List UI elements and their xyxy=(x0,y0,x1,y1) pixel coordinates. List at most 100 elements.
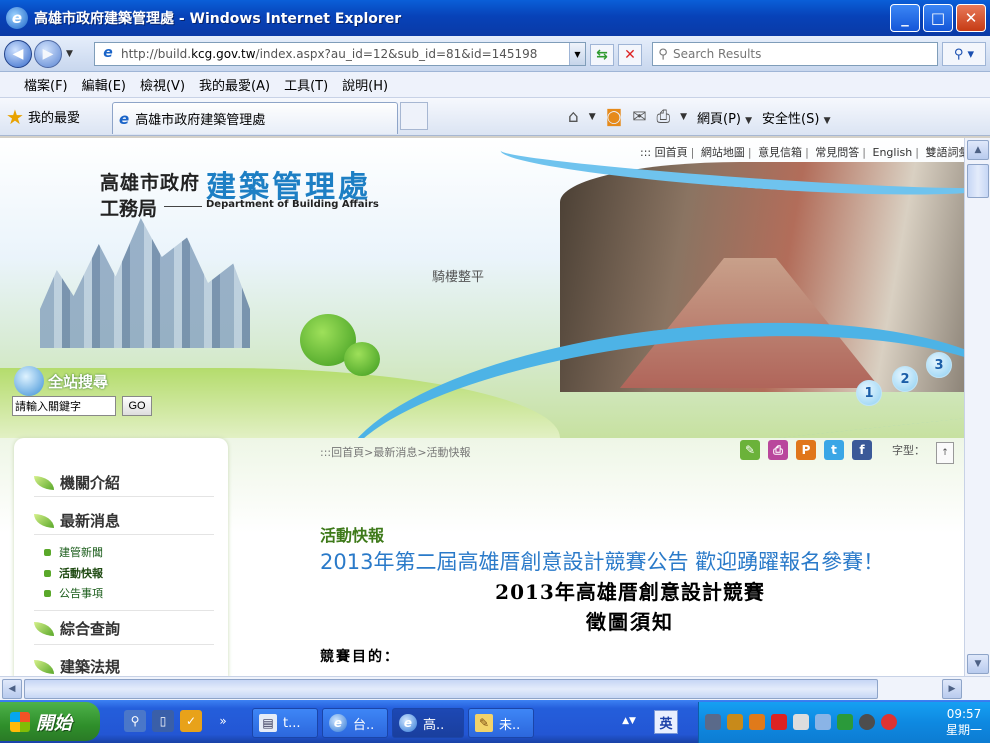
font-size-label: 字型： xyxy=(892,444,925,457)
tray-pdf-icon[interactable] xyxy=(771,714,787,730)
slide-button-2[interactable]: 2 xyxy=(892,366,918,392)
nav-label: 機關介紹 xyxy=(60,474,121,492)
menu-view[interactable]: 檢視(V) xyxy=(134,73,191,96)
system-tray: 09:57 星期一 xyxy=(698,702,990,743)
search-input[interactable] xyxy=(673,47,923,61)
city-skyline-graphic xyxy=(40,218,250,348)
task-item-4[interactable]: ✎ 未.. xyxy=(468,708,534,738)
close-button[interactable]: ✕ xyxy=(956,4,986,32)
horizontal-scrollbar[interactable]: ◀ ▶ xyxy=(0,676,990,700)
site-search-input[interactable] xyxy=(12,396,116,416)
link-faq[interactable]: 常見問答 xyxy=(815,146,859,159)
vertical-scrollbar[interactable]: ▲ ▼ xyxy=(964,138,990,676)
quicklaunch-search-icon[interactable]: ⚲ xyxy=(124,710,146,732)
home-dropdown-icon[interactable]: ▼ xyxy=(589,112,596,122)
nav-general-search[interactable]: 綜合查詢 xyxy=(34,618,120,639)
nav-latest-news[interactable]: 最新消息 xyxy=(34,510,120,531)
bullet-icon xyxy=(44,548,51,556)
url-text[interactable]: http://build.kcg.gov.tw/index.aspx?au_id… xyxy=(121,47,569,61)
site-search-go-button[interactable]: GO xyxy=(122,396,152,416)
menu-help[interactable]: 說明(H) xyxy=(336,73,394,96)
nav-sub-announcements[interactable]: 公告事項 xyxy=(44,585,103,601)
menu-file[interactable]: 檔案(F) xyxy=(18,73,74,96)
quicklaunch-more-icon[interactable]: » xyxy=(212,710,234,732)
search-go-button[interactable]: ⚲ ▾ xyxy=(942,42,986,66)
home-icon[interactable]: ⌂ xyxy=(568,107,579,127)
site-search-title: 全站搜尋 xyxy=(14,366,108,396)
nav-agency-intro[interactable]: 機關介紹 xyxy=(34,472,120,493)
tray-app-icon[interactable] xyxy=(727,714,743,730)
menu-favorites[interactable]: 我的最愛(A) xyxy=(193,73,276,96)
plurk-icon[interactable]: P xyxy=(796,440,816,460)
slide-button-3[interactable]: 3 xyxy=(926,352,952,378)
minimize-button[interactable]: _ xyxy=(890,4,920,32)
plurk-share-icon[interactable]: ✎ xyxy=(740,440,760,460)
scroll-left-icon[interactable]: ◀ xyxy=(2,679,22,699)
breadcrumb[interactable]: :::回首頁>最新消息>活動快報 xyxy=(320,444,471,460)
maximize-button[interactable]: □ xyxy=(923,4,953,32)
back-button[interactable]: ◀ xyxy=(4,39,32,68)
tab-ie-icon: e xyxy=(119,109,130,128)
address-dropdown-icon[interactable]: ▼ xyxy=(569,43,585,65)
print-dropdown-icon[interactable]: ▼ xyxy=(680,112,687,122)
scroll-down-icon[interactable]: ▼ xyxy=(967,654,989,674)
nav-sub-activity-news[interactable]: 活動快報 xyxy=(44,565,103,581)
print-page-icon[interactable]: ⎙ xyxy=(768,440,788,460)
tab-current[interactable]: e 高雄市政府建築管理處 xyxy=(112,102,398,134)
left-nav: 機關介紹 最新消息 建管新聞 活動快報 公告事項 綜合查詢 建築法規 xyxy=(14,438,228,676)
scroll-up-icon[interactable]: ▲ xyxy=(967,140,989,160)
font-size-button[interactable]: ↑ xyxy=(936,442,954,464)
clock[interactable]: 09:57 星期一 xyxy=(946,706,982,738)
facebook-icon[interactable]: f xyxy=(852,440,872,460)
task-item-1[interactable]: ▤ t... xyxy=(252,708,318,738)
link-home[interactable]: ::: 回首頁 xyxy=(640,146,688,159)
menu-edit[interactable]: 編輯(E) xyxy=(76,73,132,96)
menu-tools[interactable]: 工具(T) xyxy=(278,73,334,96)
history-dropdown-icon[interactable]: ▼ xyxy=(66,49,73,59)
print-icon[interactable]: ⎙ xyxy=(656,107,670,127)
tray-antivirus-icon[interactable] xyxy=(881,714,897,730)
link-feedback[interactable]: 意見信箱 xyxy=(758,146,802,159)
stop-button[interactable]: ✕ xyxy=(618,44,642,66)
forward-button[interactable]: ▶ xyxy=(34,39,62,68)
quicklaunch-device-icon[interactable]: ▯ xyxy=(152,710,174,732)
clock-time: 09:57 xyxy=(946,707,982,721)
page-menu[interactable]: 網頁(P) ▼ xyxy=(697,108,752,127)
scroll-right-icon[interactable]: ▶ xyxy=(942,679,962,699)
tray-shield-icon[interactable] xyxy=(837,714,853,730)
search-box[interactable]: ⚲ xyxy=(652,42,938,66)
address-field[interactable]: e http://build.kcg.gov.tw/index.aspx?au_… xyxy=(94,42,586,66)
rss-feed-icon[interactable]: ◙ xyxy=(606,107,623,127)
dept-english-name: Department of Building Affairs xyxy=(206,199,379,210)
paint-icon: ✎ xyxy=(475,714,493,732)
twitter-icon[interactable]: t xyxy=(824,440,844,460)
slide-button-1[interactable]: 1 xyxy=(856,380,882,406)
task-item-3[interactable]: e 高.. xyxy=(392,708,464,738)
org-name: 高雄市政府 xyxy=(100,172,201,194)
link-glossary[interactable]: 雙語詞彙 xyxy=(925,146,964,159)
nav-building-regulations[interactable]: 建築法規 xyxy=(34,656,120,676)
start-button[interactable]: 開始 xyxy=(0,702,100,741)
tray-volume-icon[interactable] xyxy=(793,714,809,730)
new-tab-button[interactable] xyxy=(400,102,428,130)
task-label: 未.. xyxy=(499,717,521,733)
tray-update-icon[interactable] xyxy=(859,714,875,730)
taskbar-scroll-icon[interactable]: ▲▼ xyxy=(618,710,640,732)
link-sitemap[interactable]: 網站地圖 xyxy=(701,146,745,159)
vertical-scroll-thumb[interactable] xyxy=(967,164,989,198)
tray-java-icon[interactable] xyxy=(749,714,765,730)
tray-display-icon[interactable] xyxy=(815,714,831,730)
link-english[interactable]: English xyxy=(873,146,913,159)
nav-sub-building-news[interactable]: 建管新聞 xyxy=(44,544,103,560)
language-indicator[interactable]: 英 xyxy=(654,710,678,734)
web-page: ::: 回首頁 | 網站地圖 | 意見信箱 | 常見問答 | English | 雙語詞彙… xyxy=(0,138,964,676)
task-item-2[interactable]: e 台.. xyxy=(322,708,388,738)
tray-network-icon[interactable] xyxy=(705,714,721,730)
section-title: 活動快報 xyxy=(320,526,385,545)
safety-menu[interactable]: 安全性(S) ▼ xyxy=(762,108,830,127)
mail-icon[interactable]: ✉ xyxy=(632,107,646,127)
quicklaunch-app-icon[interactable]: ✓ xyxy=(180,710,202,732)
favorites-button[interactable]: ★ 我的最愛 xyxy=(6,105,80,129)
horizontal-scroll-thumb[interactable] xyxy=(24,679,878,699)
refresh-button[interactable]: ⇆ xyxy=(590,44,614,66)
